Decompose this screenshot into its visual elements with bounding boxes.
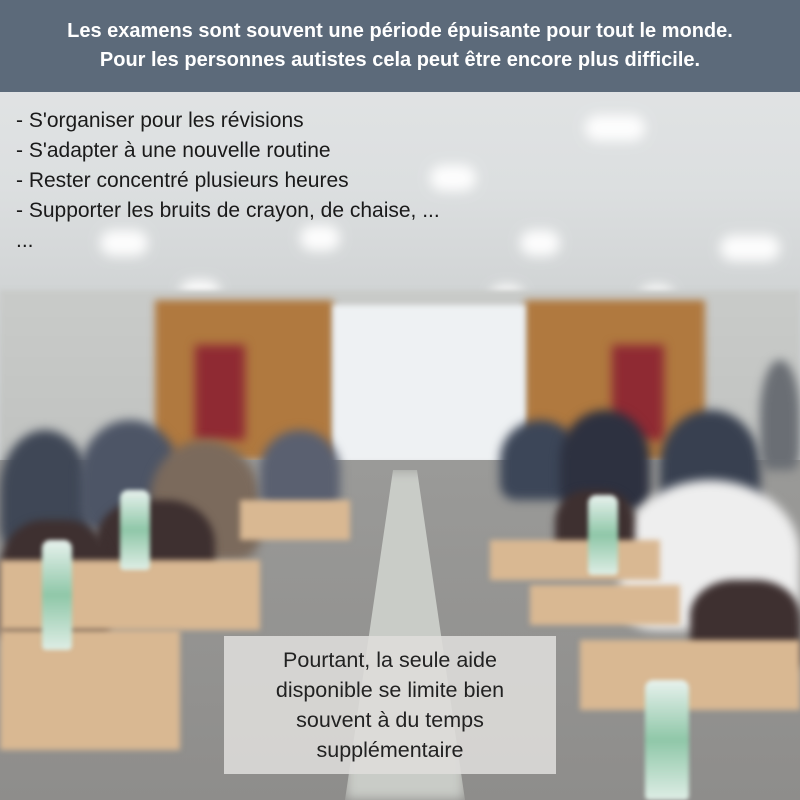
water-bottle <box>120 490 150 570</box>
header-banner: Les examens sont souvent une période épu… <box>0 0 800 92</box>
list-item: - S'organiser pour les révisions <box>16 109 304 132</box>
difficulty-list: - S'organiser pour les révisions - S'ada… <box>16 106 440 256</box>
header-line-1: Les examens sont souvent une période épu… <box>67 20 733 42</box>
header-text: Les examens sont souvent une période épu… <box>67 17 733 75</box>
water-bottle <box>645 680 689 800</box>
infographic: Les examens sont souvent une période épu… <box>0 0 800 800</box>
callout-box: Pourtant, la seule aide disponible se li… <box>224 636 556 774</box>
list-item: - Supporter les bruits de crayon, de cha… <box>16 199 440 222</box>
desk <box>490 540 660 580</box>
callout-line-3: souvent à du temps <box>296 708 484 732</box>
water-bottle <box>588 495 618 575</box>
header-line-2: Pour les personnes autistes cela peut êt… <box>99 49 701 71</box>
student <box>760 360 800 470</box>
water-bottle <box>42 540 72 650</box>
desk <box>0 630 180 750</box>
desk <box>240 500 350 540</box>
list-item: - Rester concentré plusieurs heures <box>16 169 349 192</box>
desk <box>530 585 680 625</box>
callout-line-2: disponible se limite bien <box>275 678 505 702</box>
student <box>260 430 340 510</box>
ceiling-light <box>720 235 780 261</box>
list-item: - S'adapter à une nouvelle routine <box>16 139 331 162</box>
callout-line-4: supplémentaire <box>316 738 464 762</box>
list-item: ... <box>16 229 34 252</box>
ceiling-light <box>585 115 645 141</box>
red-panel <box>195 345 245 440</box>
callout-line-1: Pourtant, la seule aide <box>283 648 497 672</box>
desk <box>580 640 800 710</box>
ceiling-light <box>520 230 560 256</box>
desk <box>0 560 260 630</box>
projection-screen <box>333 305 525 463</box>
